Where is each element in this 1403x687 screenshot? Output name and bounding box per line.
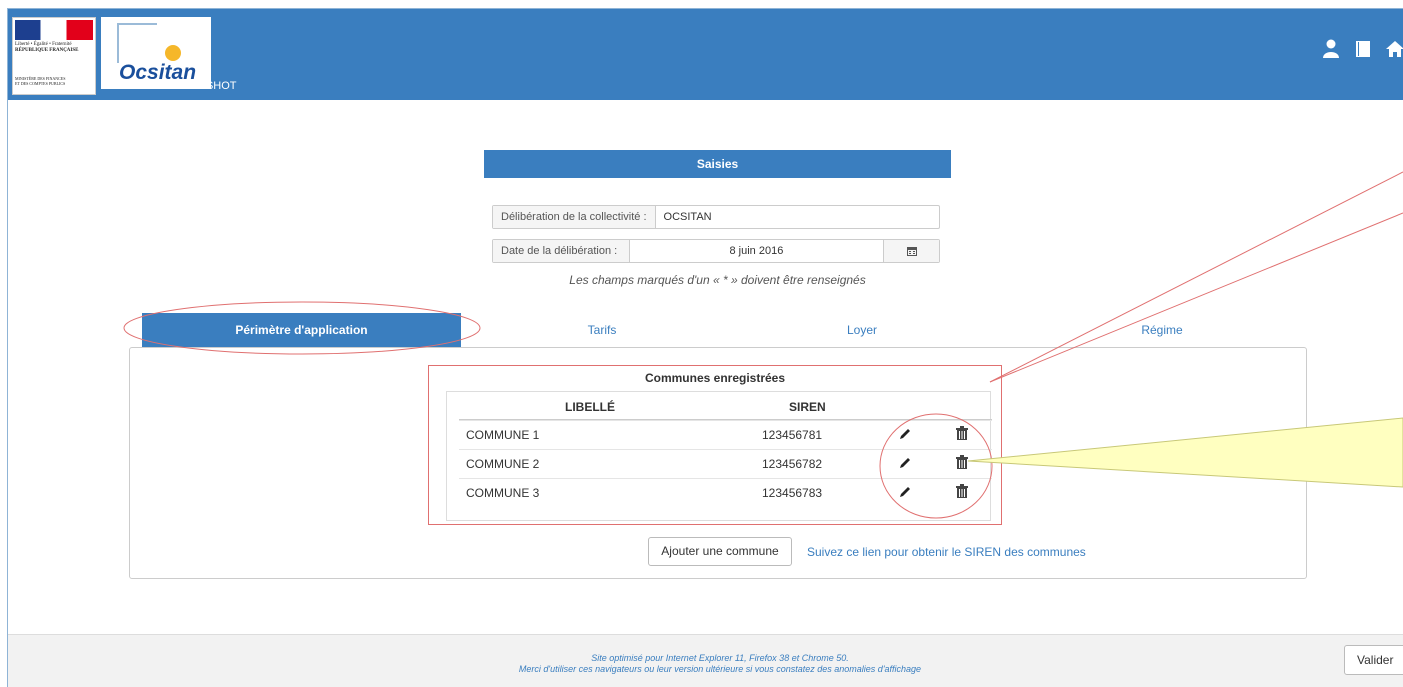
commune-libelle: COMMUNE 1 [466, 428, 540, 442]
commune-siren: 123456781 [762, 428, 823, 442]
add-commune-button[interactable]: Ajouter une commune [648, 537, 792, 566]
required-fields-hint: Les champs marqués d'un « * » doivent êt… [569, 273, 866, 287]
tab-perimetre[interactable]: Périmètre d'application [142, 313, 461, 347]
column-header-libelle: LIBELLÉ [565, 400, 615, 414]
ministere-logo-text: MINISTÈRE DES FINANCES ET DES COMPTES PU… [15, 76, 95, 86]
browser-notice: Site optimisé pour Internet Explorer 11,… [8, 653, 1403, 675]
user-icon[interactable] [1322, 39, 1340, 59]
table-row: COMMUNE 1 123456781 [459, 420, 992, 449]
communes-title: Communes enregistrées [644, 371, 786, 385]
commune-libelle: COMMUNE 2 [466, 457, 540, 471]
pencil-icon[interactable] [897, 485, 913, 501]
siren-link[interactable]: Suivez ce lien pour obtenir le SIREN des… [807, 545, 1086, 559]
pencil-icon[interactable] [897, 456, 913, 472]
communes-section: Communes enregistrées LIBELLÉ SIREN COMM… [428, 365, 1002, 525]
date-input[interactable]: 8 juin 2016 [630, 240, 883, 262]
tab-regime[interactable]: Régime [1072, 313, 1252, 347]
trash-icon[interactable] [956, 484, 970, 500]
saisies-header: Saisies [484, 150, 951, 178]
deliberation-input[interactable]: OCSITAN [656, 206, 720, 228]
book-icon[interactable] [1354, 39, 1372, 59]
calendar-icon[interactable] [883, 240, 939, 262]
republique-francaise-logo: Liberté • Égalité • Fraternité RÉPUBLIQU… [12, 17, 96, 95]
home-icon[interactable] [1386, 39, 1403, 59]
republique-logo-text: Liberté • Égalité • Fraternité RÉPUBLIQU… [15, 42, 95, 54]
app-frame: Liberté • Égalité • Fraternité RÉPUBLIQU… [7, 8, 1403, 687]
app-header: Liberté • Égalité • Fraternité RÉPUBLIQU… [8, 9, 1403, 100]
building-graphic [117, 23, 157, 63]
communes-table: LIBELLÉ SIREN COMMUNE 1 123456781 COMMUN… [446, 391, 992, 521]
browser-notice-line-1: Site optimisé pour Internet Explorer 11,… [591, 653, 849, 663]
trash-icon[interactable] [956, 426, 970, 442]
date-field[interactable]: Date de la délibération : 8 juin 2016 [492, 239, 940, 263]
tabs-bar: Périmètre d'application Tarifs Loyer Rég… [142, 313, 1307, 347]
commune-siren: 123456783 [762, 486, 823, 500]
footer: Site optimisé pour Internet Explorer 11,… [8, 634, 1403, 687]
commune-libelle: COMMUNE 3 [466, 486, 540, 500]
table-row: COMMUNE 3 123456783 [459, 478, 992, 507]
tab-tarifs[interactable]: Tarifs [512, 313, 692, 347]
ocsitan-logo: Ocsitan [101, 17, 211, 89]
app-version: Version : 1.1.4-SNAPSHOT [102, 80, 237, 92]
header-icons [1322, 39, 1403, 59]
deliberation-field[interactable]: Délibération de la collectivité : OCSITA… [492, 205, 940, 229]
date-label: Date de la délibération : [493, 240, 630, 262]
sun-graphic [165, 45, 181, 61]
pencil-icon[interactable] [897, 427, 913, 443]
trash-icon[interactable] [956, 455, 970, 471]
table-row: COMMUNE 2 123456782 [459, 449, 992, 478]
republique-name: RÉPUBLIQUE FRANÇAISE [15, 48, 79, 53]
ministere-line-2: ET DES COMPTES PUBLICS [15, 81, 66, 86]
commune-siren: 123456782 [762, 457, 823, 471]
column-header-siren: SIREN [789, 400, 826, 414]
tab-loyer[interactable]: Loyer [772, 313, 952, 347]
validate-button[interactable]: Valider [1344, 645, 1403, 675]
deliberation-label: Délibération de la collectivité : [493, 206, 656, 228]
browser-notice-line-2: Merci d'utiliser ces navigateurs ou leur… [518, 664, 922, 674]
tricolor-flag [15, 20, 93, 40]
